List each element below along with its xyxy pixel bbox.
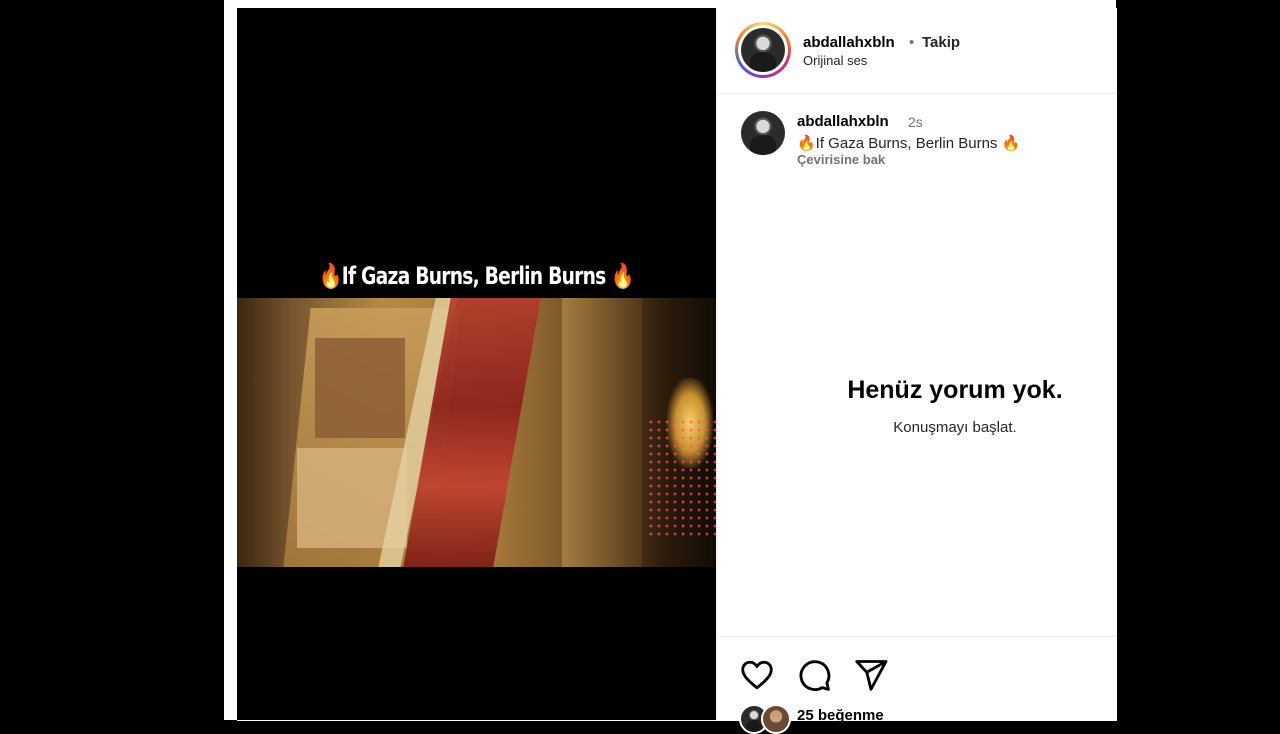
video-scene-door [562,298,642,567]
post-side-panel: abdallahxbln • Takip Orijinal ses abdall… [716,8,1117,734]
story-ring[interactable] [735,22,791,78]
caption-username[interactable]: abdallahxbln [797,113,889,130]
original-audio-link[interactable]: Orijinal ses [803,53,867,68]
caption-text: 🔥If Gaza Burns, Berlin Burns 🔥 [797,135,1021,152]
video-frame [237,298,716,567]
video-player[interactable]: 🔥If Gaza Burns, Berlin Burns 🔥 [237,8,716,720]
video-scene-lights [647,418,716,538]
video-scene-poster [315,338,405,438]
start-conversation-text: Konuşmayı başlat. [893,419,1017,436]
action-bar: 25 beğenme [717,636,1117,734]
share-icon[interactable] [853,657,889,693]
backdrop-left [0,0,224,720]
backdrop-right [1116,0,1280,720]
video-overlay-caption: 🔥If Gaza Burns, Berlin Burns 🔥 [319,262,634,290]
header-username[interactable]: abdallahxbln [803,34,895,51]
post-header: abdallahxbln • Takip Orijinal ses [717,8,1117,94]
liker-avatar[interactable] [761,704,791,734]
no-comments-title: Henüz yorum yok. [847,376,1063,404]
caption-row: abdallahxbln 2s 🔥If Gaza Burns, Berlin B… [717,108,1117,168]
follow-button[interactable]: Takip [922,34,960,51]
caption-timestamp: 2s [908,114,923,130]
avatar[interactable] [741,28,785,72]
header-separator: • [909,34,915,51]
see-translation-link[interactable]: Çevirisine bak [797,152,885,167]
caption-avatar[interactable] [741,111,785,155]
comment-icon[interactable] [796,657,832,693]
heart-icon[interactable] [739,657,775,693]
likes-count[interactable]: 25 beğenme [797,707,884,724]
